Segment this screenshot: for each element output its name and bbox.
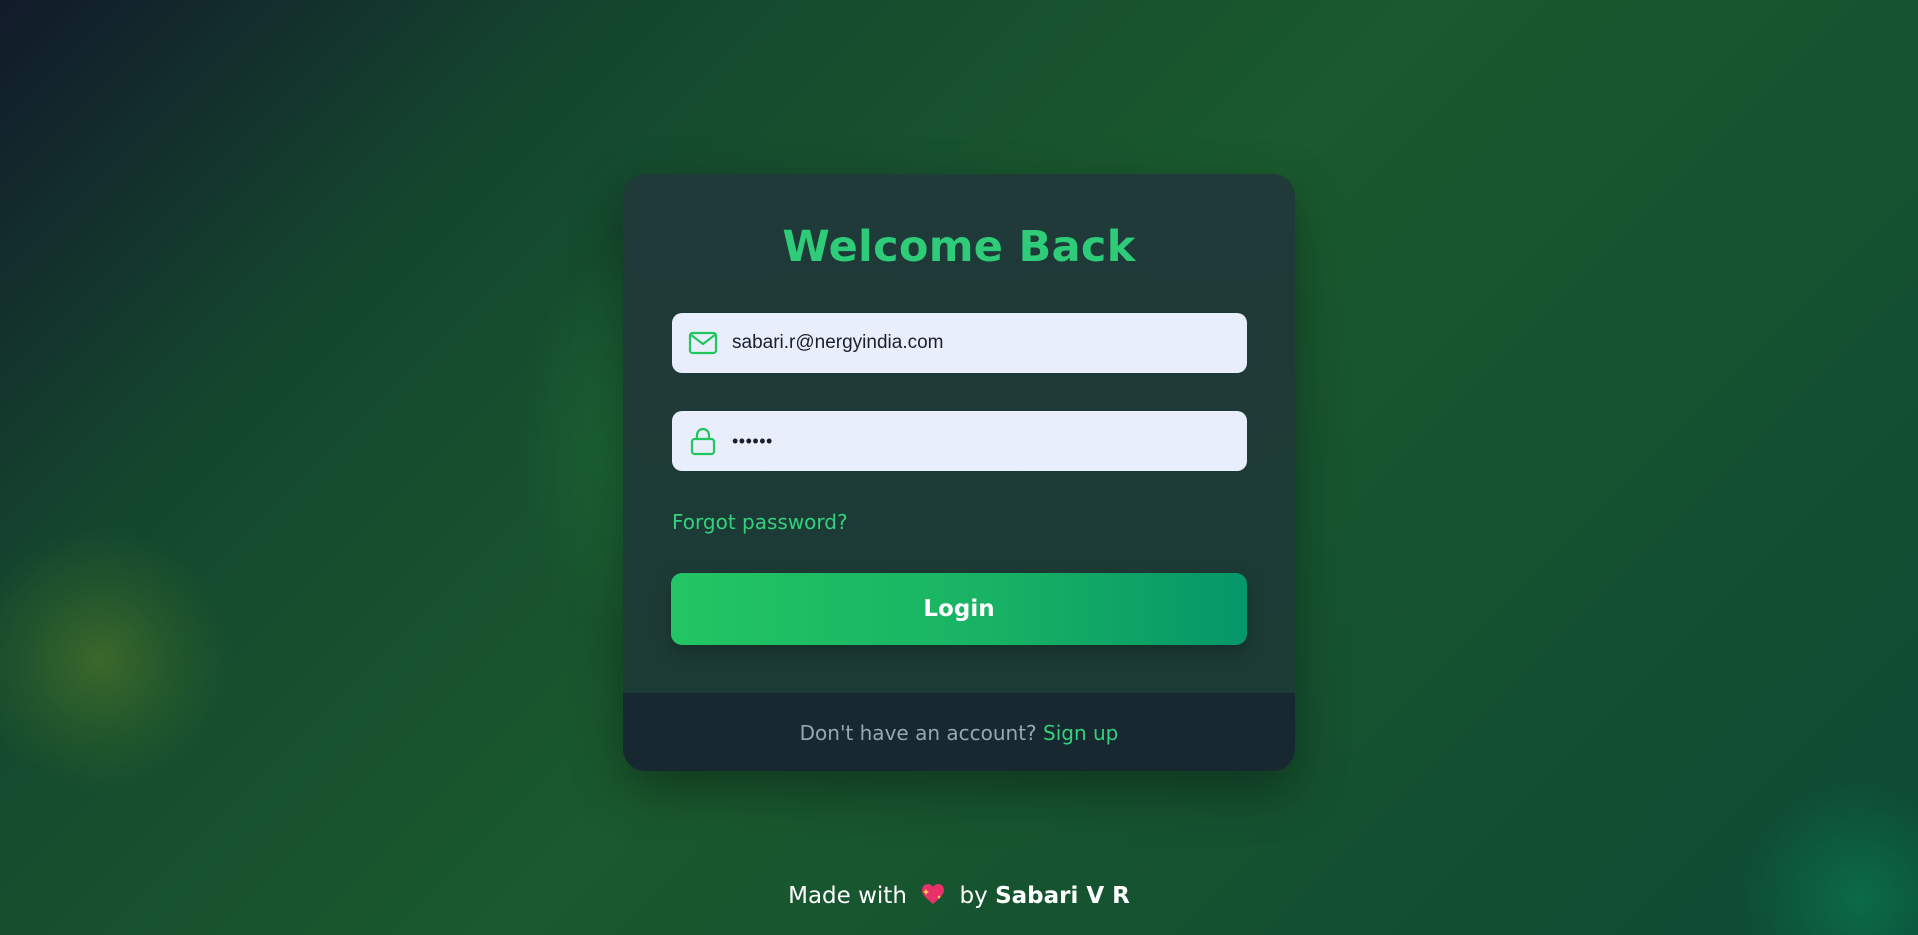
lock-icon — [688, 426, 718, 456]
email-value: sabari.r@nergyindia.com — [732, 332, 944, 353]
login-button[interactable]: Login — [671, 573, 1247, 645]
email-field[interactable]: sabari.r@nergyindia.com — [672, 313, 1247, 373]
password-field[interactable]: •••••• — [672, 411, 1247, 471]
login-card: Welcome Back sabari.r@nergyindia.com •••… — [623, 174, 1295, 771]
signup-prompt: Don't have an account? — [799, 721, 1037, 745]
forgot-password-link[interactable]: Forgot password? — [672, 510, 848, 534]
made-with-footer: Made with by Sabari V R — [0, 882, 1918, 912]
author-name: Sabari V R — [995, 883, 1130, 909]
by-text: by — [959, 883, 988, 909]
signup-link[interactable]: Sign up — [1043, 721, 1118, 745]
made-with-text: Made with — [788, 883, 907, 909]
mail-icon — [688, 328, 718, 358]
card-footer: Don't have an account? Sign up — [623, 693, 1295, 771]
sparkling-heart-icon — [920, 882, 946, 912]
password-value: •••••• — [732, 431, 773, 451]
page-title: Welcome Back — [782, 222, 1136, 272]
